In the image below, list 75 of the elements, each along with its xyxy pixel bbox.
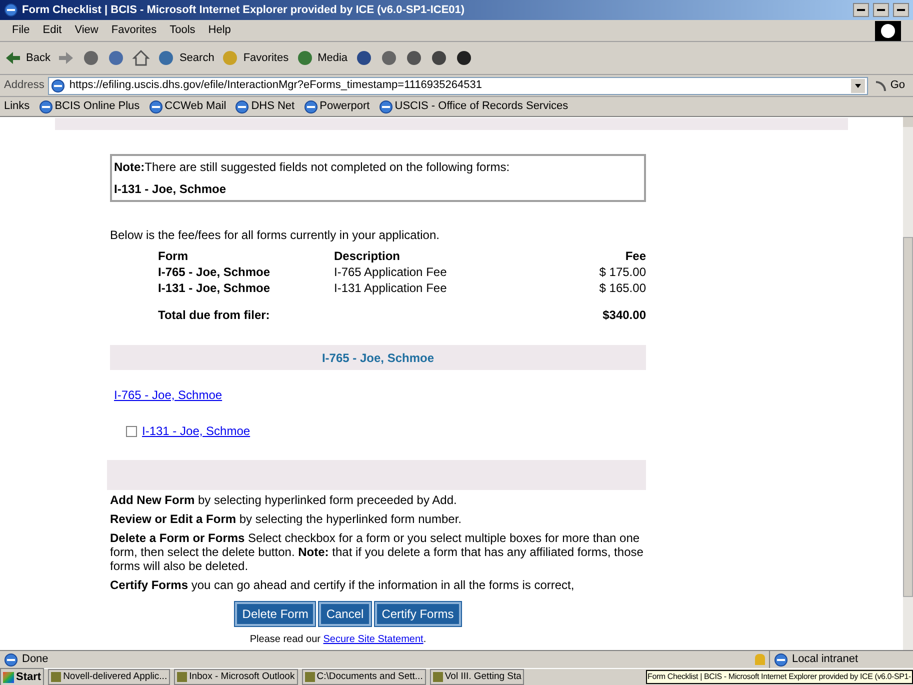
instruction-text: Add New Form by selecting hyperlinked form preceeded by Add. <box>110 493 458 507</box>
table-cell-text: $ 175.00 <box>598 264 646 280</box>
instruction-text: Delete a Form or Forms Select checkbox for a form or you select multiple boxes for more than one form, then select the delete button. Note: that if you delete a form that has any affiliated forms, those forms will also be deleted. <box>110 531 644 573</box>
column-header: Fee <box>624 248 646 264</box>
menu-item[interactable]: Help <box>208 22 231 39</box>
globe-page-icon <box>378 100 393 114</box>
app-icon <box>432 672 443 682</box>
total-label: Total due from filer: <box>158 307 271 323</box>
page-icon <box>4 652 18 666</box>
windows-logo-icon <box>3 672 14 682</box>
forward-arrow-icon <box>57 49 76 67</box>
link-bar-item[interactable]: CCWeb Mail <box>148 98 226 115</box>
menu-item[interactable]: View <box>74 22 98 39</box>
back-arrow-icon <box>4 49 22 67</box>
menu-item[interactable]: Edit <box>42 22 62 39</box>
toolbar-button[interactable]: Media <box>296 49 348 67</box>
menu-item[interactable]: File <box>12 22 30 39</box>
fee-intro: Below is the fee/fees for all forms currently in your application. <box>110 227 440 244</box>
status-text: Done <box>22 652 50 668</box>
table-cell-text: I-131 - Joe, Schmoe <box>158 280 272 296</box>
form-button[interactable]: Cancel <box>319 602 371 626</box>
globe-page-icon <box>38 100 53 114</box>
form-link[interactable]: I-131 - Joe, Schmoe <box>142 422 250 440</box>
column-header: Form <box>158 248 189 264</box>
address-label: Address <box>4 78 44 94</box>
total-amount: $340.00 <box>602 307 646 323</box>
note-form: I-131 - Joe, Schmoe <box>114 181 228 198</box>
tooltip: Form Checklist | BCIS - Microsoft Internet Explorer provided by ICE (v6.0-SP1- <box>646 670 913 684</box>
globe-page-icon <box>148 100 163 114</box>
app-icon <box>177 672 188 682</box>
go-arrow-icon <box>876 80 886 90</box>
table-cell-text: I-131 Application Fee <box>334 280 448 296</box>
instruction-text: Review or Edit a Form by selecting the hyperlinked form number. <box>110 512 462 526</box>
menu-item[interactable]: Favorites <box>111 22 157 39</box>
globe-page-icon <box>51 78 66 92</box>
footer-text: Please read our <box>250 634 322 646</box>
menu-item[interactable]: Tools <box>170 22 196 39</box>
link-bar-item[interactable]: BCIS Online Plus <box>38 98 140 115</box>
links-label: Links <box>4 99 30 114</box>
app-icon <box>304 672 315 682</box>
window-title: Form Checklist | BCIS - Microsoft Internet Explorer provided by ICE (v6.0-SP1-ICE01) <box>22 2 466 18</box>
taskbar-button[interactable]: Novell-delivered Applic... <box>48 668 170 685</box>
taskbar-button[interactable]: Inbox - Microsoft Outlook <box>174 668 298 685</box>
form-button[interactable]: Delete Form <box>235 602 316 626</box>
instruction-text: Certify Forms you can go ahead and certify if the information in all the forms is correct, <box>110 578 576 592</box>
address-field[interactable]: https://efiling.uscis.dhs.gov/efile/InteractionMgr?eForms_timestamp=1116935264531 <box>48 76 868 94</box>
go-button[interactable]: Go <box>872 77 909 94</box>
form-link[interactable]: I-765 - Joe, Schmoe <box>114 386 222 404</box>
table-cell-text: $ 165.00 <box>598 280 646 296</box>
link-bar-item[interactable]: DHS Net <box>235 98 295 115</box>
toolbar-button[interactable]: Back <box>4 49 50 67</box>
minimize-icon[interactable] <box>853 3 869 17</box>
toolbar-button[interactable]: Favorites <box>221 49 289 67</box>
globe-page-icon <box>304 100 318 114</box>
toolbar-button[interactable]: Search <box>157 49 214 67</box>
link-bar-item[interactable]: USCIS - Office of Records Services <box>378 98 568 115</box>
home-icon <box>132 49 150 67</box>
section-header: I-765 - Joe, Schmoe <box>110 345 646 370</box>
scrollbar[interactable] <box>903 117 913 650</box>
footer-period: . <box>423 634 426 646</box>
browser-icon <box>4 3 18 17</box>
start-button[interactable]: Start <box>0 668 44 685</box>
link-bar-item[interactable]: Powerport <box>304 98 370 115</box>
table-cell-text: I-765 - Joe, Schmoe <box>158 264 272 280</box>
toolbar-button[interactable] <box>132 49 150 67</box>
note-text: Note:There are still suggested fields not completed on the following forms: <box>114 159 511 176</box>
secure-statement-link[interactable]: Secure Site Statement <box>323 634 424 646</box>
taskbar-button[interactable]: Vol III. Getting Sta <box>430 668 524 685</box>
column-header: Description <box>334 248 402 264</box>
taskbar-button[interactable]: C:\Documents and Sett... <box>302 668 426 685</box>
globe-page-icon <box>235 100 250 114</box>
app-icon <box>51 672 62 682</box>
table-cell-text: I-765 Application Fee <box>334 264 448 280</box>
form-button[interactable]: Certify Forms <box>374 602 461 626</box>
checkbox[interactable] <box>126 426 137 436</box>
